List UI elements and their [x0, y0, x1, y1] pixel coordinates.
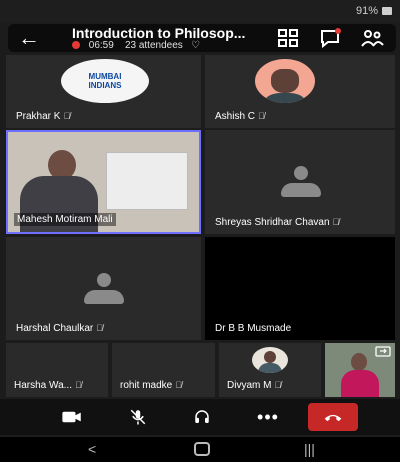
participant-tile-rohit[interactable]: rohit madke 🎙̸ [112, 343, 215, 397]
people-icon[interactable] [360, 28, 384, 48]
profile-avatar [252, 347, 288, 373]
headset-icon [195, 410, 209, 423]
end-call-button[interactable] [308, 403, 358, 431]
participant-tile-harsha[interactable]: Harsha Wa... 🎙̸ [6, 343, 108, 397]
camera-icon [62, 411, 81, 423]
meeting-header: ← Introduction to Philosop... 06:59 23 a… [8, 24, 396, 52]
more-options-button[interactable]: ••• [250, 405, 286, 429]
participant-name: Shreyas Shridhar Chavan 🎙̸ [215, 217, 340, 228]
participant-name: Ashish C 🎙̸ [215, 111, 265, 122]
participant-tile-ashish[interactable]: Ashish C 🎙̸ [205, 55, 395, 128]
participant-name: Prakhar K 🎙̸ [16, 111, 71, 122]
participant-tile-harshal[interactable]: Harshal Chaulkar 🎙̸ [6, 237, 201, 340]
participant-tile-mahesh-active[interactable]: Mahesh Motiram Mali [6, 130, 201, 234]
elapsed-time: 06:59 [88, 40, 114, 51]
camera-button[interactable] [54, 405, 90, 429]
participant-tile-shreyas[interactable]: Shreyas Shridhar Chavan 🎙̸ [205, 130, 395, 234]
participant-name: Mahesh Motiram Mali [14, 213, 116, 226]
mute-button[interactable] [120, 405, 156, 429]
more-icon: ••• [257, 406, 279, 427]
default-avatar-icon [84, 273, 124, 305]
nav-home-icon[interactable] [194, 442, 210, 456]
end-call-icon [324, 414, 342, 422]
switch-camera-icon[interactable] [375, 345, 391, 357]
back-arrow-icon[interactable]: ← [18, 26, 40, 50]
status-bar: 91% [0, 0, 400, 22]
chat-icon[interactable] [318, 28, 342, 48]
participant-name: Dr B B Musmade [215, 323, 292, 334]
nav-back-icon[interactable]: < [88, 441, 96, 457]
participant-tile-prakhar[interactable]: MUMBAI INDIANS Prakhar K 🎙̸ [6, 55, 201, 128]
mic-off-icon: 🎙̸ [74, 380, 82, 390]
nav-recents-icon[interactable]: ||| [304, 441, 315, 457]
shield-icon: ♡ [191, 40, 201, 51]
mic-off-icon: 🎙̸ [96, 323, 104, 333]
system-navigation-bar: < ||| [0, 437, 400, 462]
meeting-title: Introduction to Philosop... [72, 25, 246, 41]
mic-off-icon: 🎙̸ [63, 111, 71, 121]
mic-off-icon [130, 409, 146, 425]
battery-level: 91% [355, 5, 378, 17]
participant-tile-divyam[interactable]: Divyam M 🎙̸ [219, 343, 321, 397]
mic-off-icon: 🎙̸ [274, 380, 282, 390]
recording-icon [72, 41, 80, 49]
battery-icon [382, 7, 392, 15]
mumbai-indians-logo: MUMBAI INDIANS [61, 59, 149, 103]
participant-tile-musmade[interactable]: Dr B B Musmade [205, 237, 395, 340]
participant-name: Divyam M 🎙̸ [227, 380, 282, 391]
self-video-preview[interactable] [325, 343, 395, 397]
participant-name: Harsha Wa... 🎙̸ [14, 380, 82, 391]
default-avatar-icon [281, 166, 321, 198]
profile-avatar [255, 59, 315, 103]
attendee-count: 23 attendees [124, 40, 183, 51]
mic-off-icon: 🎙̸ [175, 380, 182, 390]
meeting-subtitle: 06:59 23 attendees ♡ [72, 40, 200, 51]
mic-off-icon: 🎙̸ [258, 111, 265, 121]
grid-view-icon[interactable] [276, 28, 300, 48]
call-controls: ••• [0, 399, 400, 435]
participant-name: Harshal Chaulkar 🎙̸ [16, 323, 104, 334]
audio-button[interactable] [184, 405, 220, 429]
mic-off-icon: 🎙̸ [332, 217, 340, 227]
participant-name: rohit madke 🎙̸ [120, 380, 182, 391]
